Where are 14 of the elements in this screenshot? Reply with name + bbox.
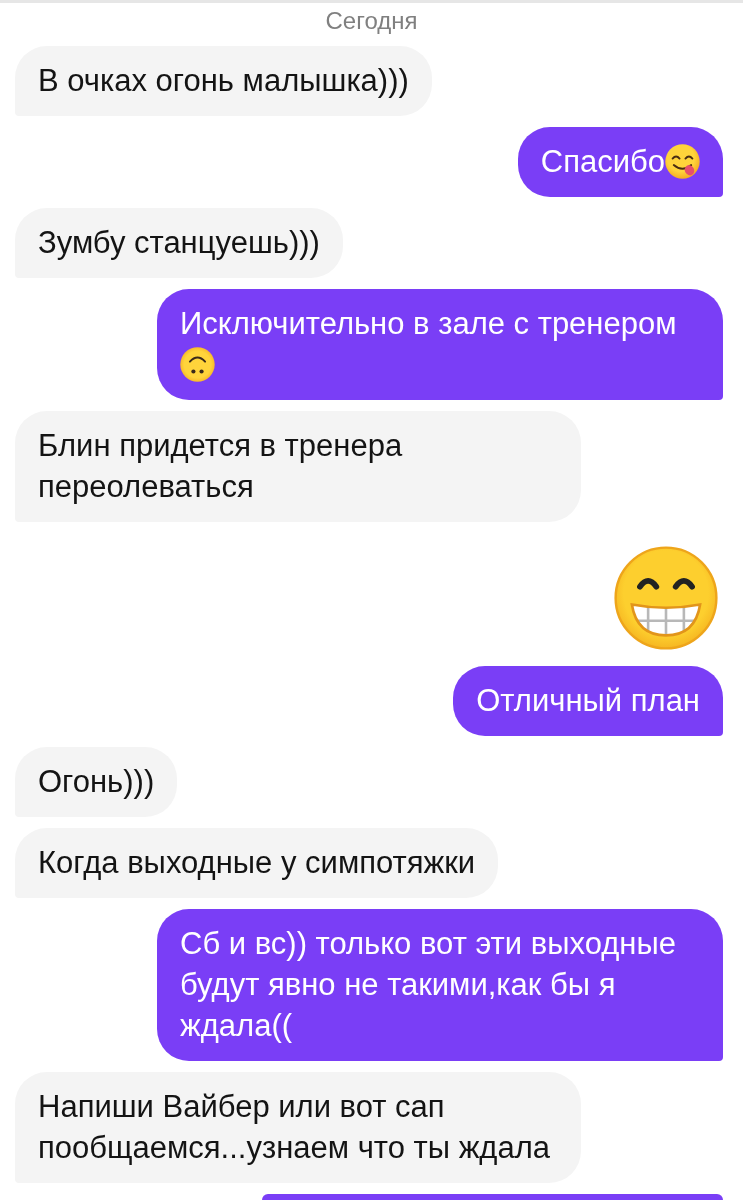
date-label: Сегодня: [325, 7, 418, 35]
message-text: Зумбу станцуешь))): [38, 225, 320, 260]
message-text: Спасибо: [540, 144, 665, 179]
message-text: Когда выходные у симпотяжки: [38, 845, 476, 880]
message-text: В очках огонь малышка))): [38, 63, 409, 98]
message-text: Отличный план: [476, 683, 700, 718]
message-text: Огонь))): [38, 764, 155, 799]
message-text: Исключительно в зале с тренером: [180, 306, 677, 341]
message-text: Сб и вс)) только вот эти выходные будут явно не такими,как бы я ждала((: [180, 926, 676, 1043]
savoring-face-icon: [665, 144, 700, 179]
grinning-face-icon: [614, 546, 718, 650]
message-text: Блин придется в тренера переолеваться: [38, 428, 403, 504]
upside-down-face-icon: [180, 347, 215, 382]
message-text: Напиши Вайбер или вот сап пообщаемся...узнаем что ты ждала: [38, 1089, 551, 1165]
